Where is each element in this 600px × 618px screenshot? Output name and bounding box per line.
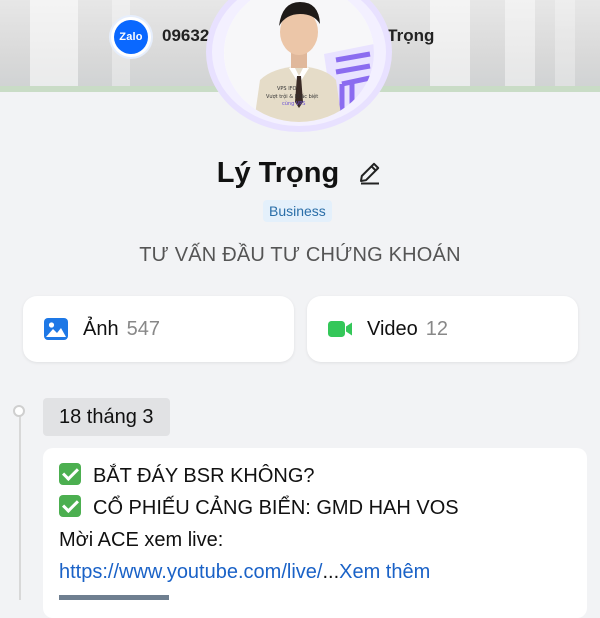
video-camera-icon bbox=[328, 321, 352, 337]
profile-tagline: TƯ VẤN ĐẦU TƯ CHỨNG KHOÁN bbox=[139, 244, 461, 266]
cover-decoration bbox=[505, 0, 535, 92]
post-text: Mời ACE xem live: bbox=[59, 529, 224, 551]
timeline-date: 18 tháng 3 bbox=[43, 398, 170, 436]
cover-phone-text: 09632 bbox=[162, 26, 210, 45]
cover-decoration bbox=[430, 0, 470, 92]
avatar[interactable]: VPS IFO Vượt trội & Khác biệt cùng VPS bbox=[206, 0, 392, 132]
zalo-logo-text: Zalo bbox=[114, 20, 148, 54]
photos-count: 547 bbox=[126, 317, 160, 340]
zalo-logo-icon: Zalo bbox=[111, 17, 151, 57]
post-ellipsis: ... bbox=[322, 561, 340, 583]
checkmark-box-icon bbox=[59, 463, 81, 485]
profile-name-row: Lý Trọng bbox=[0, 156, 600, 190]
videos-count: 12 bbox=[425, 317, 449, 340]
image-icon bbox=[44, 318, 68, 340]
timeline-dot bbox=[13, 405, 25, 417]
post-line: BẮT ĐÁY BSR KHÔNG? bbox=[59, 460, 571, 492]
videos-button[interactable]: Video 12 bbox=[307, 296, 578, 362]
post-link[interactable]: https://www.youtube.com/live/ bbox=[59, 561, 322, 583]
poster-text: Vượt trội & Khác biệt bbox=[266, 93, 318, 100]
photos-label: Ảnh bbox=[83, 317, 119, 340]
post-text: BẮT ĐÁY BSR KHÔNG? bbox=[93, 465, 315, 487]
pencil-icon[interactable] bbox=[357, 160, 383, 186]
post-line: https://www.youtube.com/live/...Xem thêm bbox=[59, 556, 571, 588]
see-more-link[interactable]: Xem thêm bbox=[339, 561, 430, 583]
avatar-photo: VPS IFO Vượt trội & Khác biệt cùng VPS bbox=[224, 0, 374, 122]
post-line: Mời ACE xem live: bbox=[59, 524, 571, 556]
checkmark-box-icon bbox=[59, 495, 81, 517]
post-text: CỔ PHIẾU CẢNG BIỂN: GMD HAH VOS bbox=[93, 497, 459, 519]
timeline-line bbox=[19, 410, 21, 600]
videos-label: Video bbox=[367, 317, 418, 340]
poster-text: VPS IFO bbox=[277, 86, 297, 92]
post-line: CỔ PHIẾU CẢNG BIỂN: GMD HAH VOS bbox=[59, 492, 571, 524]
cover-decoration bbox=[555, 0, 575, 92]
poster-text: cùng VPS bbox=[282, 100, 305, 107]
page-title: Lý Trọng bbox=[216, 156, 340, 189]
post-card[interactable]: BẮT ĐÁY BSR KHÔNG? CỔ PHIẾU CẢNG BIỂN: G… bbox=[43, 448, 587, 618]
business-badge: Business bbox=[263, 200, 332, 222]
cover-decoration bbox=[30, 0, 78, 92]
post-media-thumbnail[interactable] bbox=[59, 595, 169, 600]
photos-button[interactable]: Ảnh 547 bbox=[23, 296, 294, 362]
